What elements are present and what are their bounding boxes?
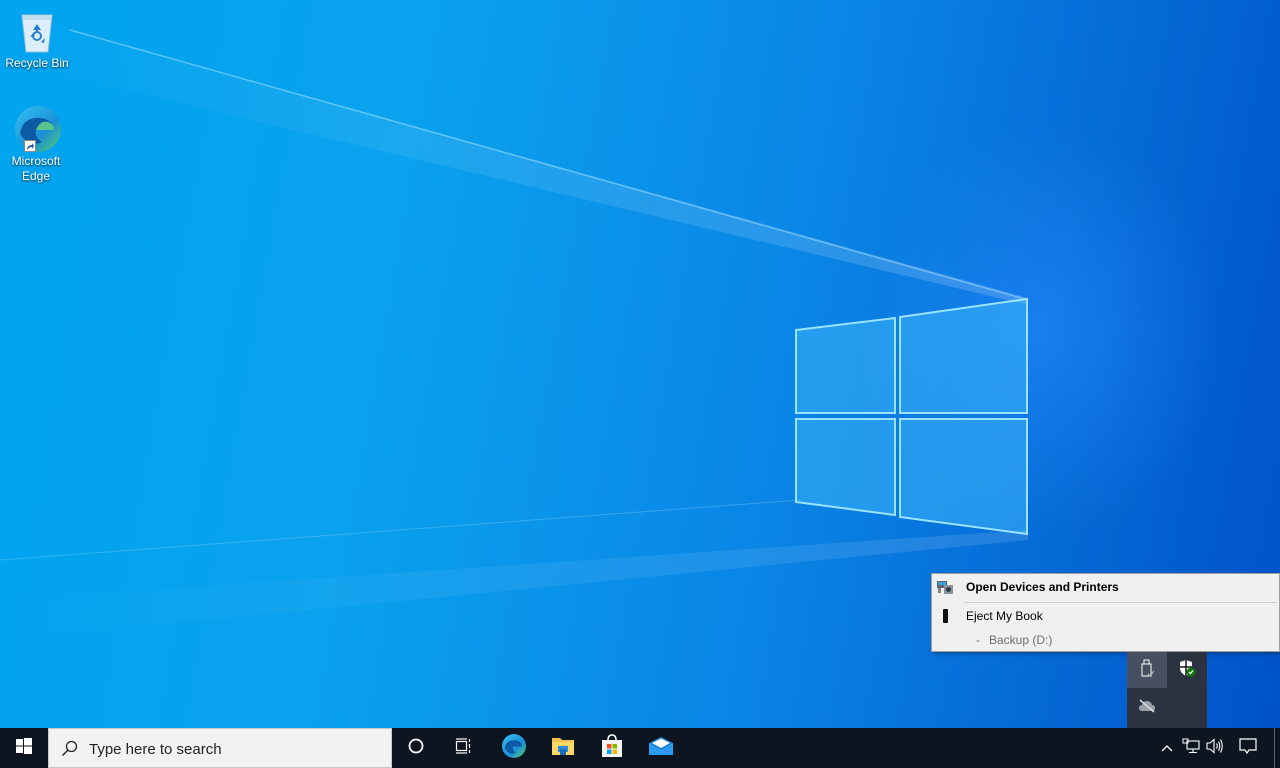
volume-icon — [1206, 737, 1224, 759]
volume-button[interactable] — [1204, 728, 1226, 768]
network-button[interactable] — [1180, 728, 1202, 768]
edge-icon — [501, 733, 527, 764]
action-center-icon — [1239, 737, 1257, 759]
microsoft-store-button[interactable] — [588, 728, 636, 768]
file-explorer-icon — [551, 736, 575, 761]
cortana-icon — [408, 738, 424, 759]
file-explorer-button[interactable] — [539, 728, 587, 768]
show-hidden-icons-button[interactable] — [1156, 728, 1178, 768]
desktop-icon-recycle-bin[interactable]: Recycle Bin — [0, 6, 75, 71]
windows-start-icon — [16, 737, 32, 759]
sub-item-label: Backup (D:) — [989, 633, 1053, 647]
menu-item-label: Eject My Book — [966, 609, 1043, 623]
start-button[interactable] — [0, 728, 48, 768]
menu-item-open-devices-and-printers[interactable]: Open Devices and Printers — [932, 575, 1279, 599]
windows-security-button[interactable] — [1167, 652, 1207, 688]
menu-separator — [964, 602, 1277, 603]
taskbar-search-box[interactable]: Type here to search — [48, 728, 392, 768]
menu-sub-item-backup-d: - Backup (D:) — [932, 630, 1279, 650]
search-placeholder: Type here to search — [89, 741, 222, 758]
desktop-icon-microsoft-edge[interactable]: Microsoft Edge — [0, 104, 74, 184]
task-view-button[interactable] — [440, 728, 488, 768]
mail-button[interactable] — [637, 728, 685, 768]
search-icon — [61, 740, 78, 762]
devices-printers-icon — [937, 580, 953, 597]
show-desktop-button[interactable] — [1274, 728, 1280, 768]
mail-icon — [648, 736, 674, 761]
sub-item-dash: - — [976, 633, 980, 647]
chevron-up-icon — [1161, 739, 1173, 757]
safely-remove-hardware-icon — [1139, 659, 1155, 682]
desktop-icon-label-line1: Microsoft — [11, 154, 61, 168]
safely-remove-hardware-button[interactable] — [1127, 652, 1167, 688]
usb-drive-icon — [943, 609, 948, 623]
edge-icon — [12, 104, 61, 152]
desktop-icon-label: Recycle Bin — [5, 56, 69, 70]
task-view-icon — [455, 737, 473, 759]
onedrive-offline-icon — [1138, 698, 1156, 718]
microsoft-store-icon — [601, 733, 623, 763]
taskbar-edge-button[interactable] — [490, 728, 538, 768]
desktop-icon-label-line2: Edge — [21, 169, 51, 183]
windows-security-icon — [1178, 659, 1196, 682]
menu-item-eject-my-book[interactable]: Eject My Book — [932, 604, 1279, 628]
taskbar: Type here to search — [0, 728, 1280, 768]
onedrive-button[interactable] — [1127, 690, 1167, 726]
action-center-button[interactable] — [1234, 728, 1262, 768]
network-icon — [1182, 738, 1200, 759]
menu-item-label: Open Devices and Printers — [966, 580, 1119, 594]
safely-remove-context-menu: Open Devices and Printers Eject My Book … — [931, 573, 1280, 652]
cortana-button[interactable] — [392, 728, 440, 768]
shortcut-arrow-icon — [24, 140, 36, 152]
notification-overflow-flyout — [1127, 652, 1207, 728]
recycle-bin-icon — [13, 6, 61, 54]
